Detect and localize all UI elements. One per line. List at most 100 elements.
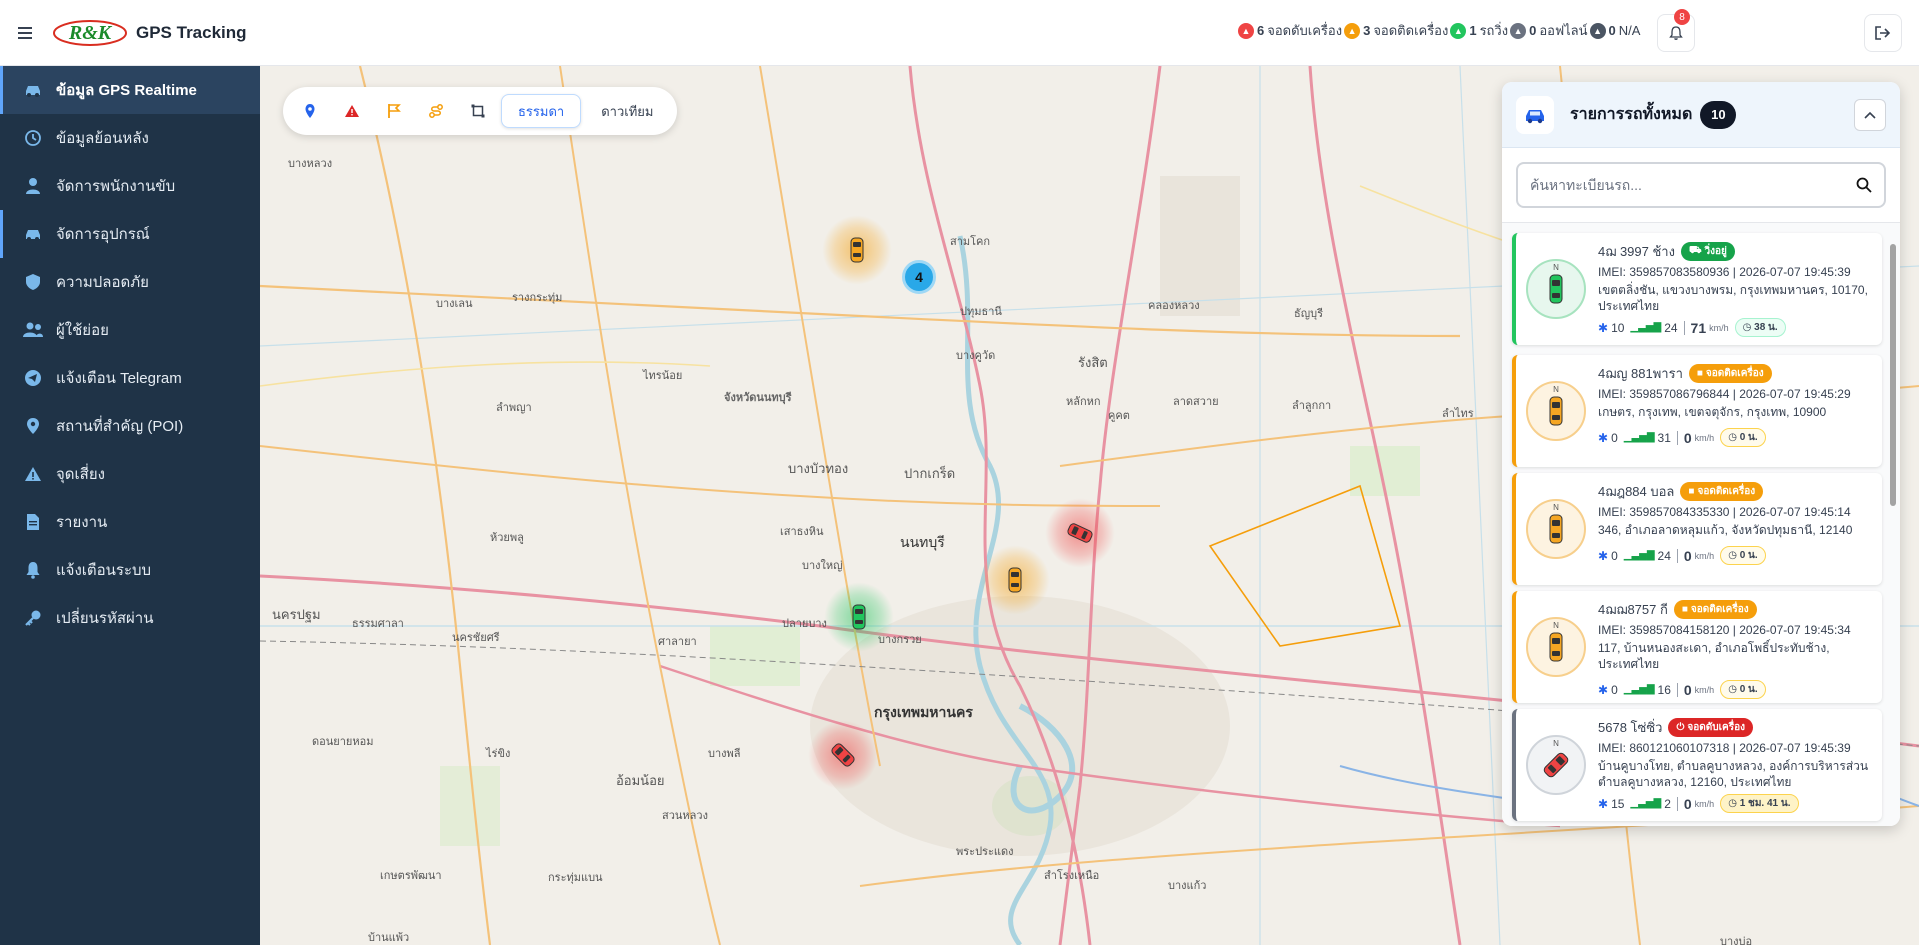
vehicle-plate: 4ฌฌ8757 กี [1598,602,1668,617]
vehicle-speed: 0 km/h [1683,429,1715,446]
status-duration: ◷ 1 ชม. 41 น. [1720,794,1799,813]
sidebar-item-poi[interactable]: สถานที่สำคัญ (POI) [0,402,260,450]
compass-north-label: N [1553,739,1559,748]
car-icon [1067,523,1093,543]
vehicle-speed: 0 km/h [1683,681,1715,698]
sidebar-item-telegram[interactable]: แจ้งเตือน Telegram [0,354,260,402]
compass-north-label: N [1553,621,1559,630]
flag-tool-button[interactable] [375,92,413,130]
vehicle-marker-yellow[interactable] [980,545,1050,615]
car-icon [1549,632,1563,662]
telegram-icon [22,367,44,389]
satellite-icon: ✱ [1598,320,1609,335]
sidebar-item-devices[interactable]: จัดการอุปกรณ์ [0,210,260,258]
sidebar-item-label: ความปลอดภัย [56,274,149,291]
sidebar-item-label: เปลี่ยนรหัสผ่าน [56,610,154,627]
vehicle-imei: IMEI: 359857083580936 | 2026-07-07 19:45… [1598,265,1851,279]
vehicle-search-box [1516,162,1886,208]
satellite-count: ✱ 0 [1598,430,1618,445]
car-icon [1516,95,1554,134]
signal-icon: ▁▃▅▇ [1630,798,1662,809]
map-mode-standard[interactable]: ธรรมดา [501,94,582,128]
menu-toggle-button[interactable] [0,0,52,66]
logout-button[interactable] [1864,14,1902,52]
satellite-icon: ✱ [1598,430,1609,445]
status-count: 6 [1257,23,1265,38]
satellite-icon: ✱ [1598,548,1609,563]
vehicle-plate: 4ฌ 3997 ช้าง [1598,244,1675,259]
status-duration: ◷ 0 น. [1720,680,1766,699]
compass-north-label: N [1553,385,1559,394]
search-icon[interactable] [1856,177,1872,193]
sidebar-item-gps-realtime[interactable]: ข้อมูล GPS Realtime [0,66,260,114]
area-tool-button[interactable] [459,92,497,130]
vehicle-search-input[interactable] [1530,177,1856,193]
vehicle-panel-header: รายการรถทั้งหมด 10 [1502,82,1900,148]
vehicle-marker-red[interactable] [1045,498,1115,568]
sidebar-item-reports[interactable]: รายงาน [0,498,260,546]
sidebar-item-change-password[interactable]: เปลี่ยนรหัสผ่าน [0,594,260,642]
poi-tool-button[interactable] [291,92,329,130]
status-label: รถวิ่ง [1479,23,1509,38]
sidebar-item-sub-users[interactable]: ผู้ใช้ย่อย [0,306,260,354]
vehicle-address: เขตตลิ่งชัน, แขวงบางพรม, กรุงเทพมหานคร, … [1598,283,1868,313]
vehicle-marker-yellow[interactable] [822,215,892,285]
collapse-panel-button[interactable] [1854,98,1886,131]
status-text: จอดดับเครื่อง [1687,722,1745,733]
vehicle-status-badge: ■ จอดติดเครื่อง [1673,600,1757,619]
vehicle-card[interactable]: N 4ฌ 3997 ช้าง ⛟ วิ่งอยู่ IMEI: 35985708… [1512,233,1882,345]
bell-icon [1669,26,1683,40]
sidebar-item-system-alerts[interactable]: แจ้งเตือนระบบ [0,546,260,594]
vehicle-marker-green[interactable] [824,582,894,652]
sidebar-item-history[interactable]: ข้อมูลย้อนหลัง [0,114,260,162]
warning-icon [22,463,44,485]
vehicle-imei: IMEI: 359857084158120 | 2026-07-07 19:45… [1598,623,1851,637]
vehicle-card[interactable]: N 4ฌฎ884 บอล ■ จอดติดเครื่อง IMEI: 35985… [1512,473,1882,585]
vehicle-count-badge: 10 [1700,100,1737,129]
status-count: 1 [1469,23,1477,38]
vehicle-plate: 4ฌญ 881พารา [1598,366,1683,381]
route-tool-button[interactable] [417,92,455,130]
map-mode-satellite[interactable]: ดาวเทียม [585,94,669,128]
sidebar-item-security[interactable]: ความปลอดภัย [0,258,260,306]
vehicle-marker-red[interactable] [808,720,878,790]
vehicle-panel-title: รายการรถทั้งหมด [1570,106,1693,123]
vehicle-avatar: N [1526,259,1586,319]
divider [1676,796,1678,811]
signal-strength: ▁▃▅▇ 16 [1623,682,1671,697]
vehicle-imei: IMEI: 359857086796844 | 2026-07-07 19:45… [1598,387,1851,401]
vehicle-imei: IMEI: 359857084335330 | 2026-07-07 19:45… [1598,505,1851,519]
map-pin-icon [22,415,44,437]
vehicle-stats: ✱ 0 ▁▃▅▇ 31 0 km/h ◷ 0 น. [1598,428,1874,447]
risk-point-tool-button[interactable] [333,92,371,130]
status-text: จอดติดเครื่อง [1705,368,1764,379]
sidebar-item-drivers[interactable]: จัดการพนักงานขับ [0,162,260,210]
vehicle-card[interactable]: N 4ฌฌ8757 กี ■ จอดติดเครื่อง IMEI: 35985… [1512,591,1882,703]
sidebar-item-label: สถานที่สำคัญ (POI) [56,418,184,435]
sidebar-item-label: จัดการพนักงานขับ [56,178,176,195]
divider [1676,548,1678,563]
status-count: 0 [1529,23,1537,38]
map-pin-icon [305,104,315,118]
sidebar: ข้อมูล GPS Realtime ข้อมูลย้อนหลัง จัดกา… [0,66,260,945]
vehicle-stats: ✱ 15 ▁▃▅▇ 2 0 km/h ◷ 1 ชม. 41 น. [1598,794,1874,813]
sidebar-item-risk-points[interactable]: จุดเสี่ยง [0,450,260,498]
bell-icon [22,559,44,581]
status-count: 0 [1608,23,1616,38]
vehicle-card[interactable]: N 5678 โซ่ซิ่ว ⏻ จอดดับเครื่อง IMEI: 860… [1512,709,1882,821]
document-icon [22,511,44,533]
status-label: จอดติดเครื่อง [1373,23,1449,38]
vehicle-card[interactable]: N 4ฌญ 881พารา ■ จอดติดเครื่อง IMEI: 3598… [1512,355,1882,467]
vehicle-address: 117, บ้านหนองสะเดา, อำเภอโพธิ์ประทับช้าง… [1598,641,1830,671]
car-icon [22,79,44,101]
vehicle-avatar: N [1526,381,1586,441]
car-icon [1549,274,1563,304]
vehicle-list-scrollbar[interactable] [1889,230,1897,824]
car-icon [1549,396,1563,426]
notifications-button[interactable]: 8 [1657,9,1695,52]
vehicle-avatar: N [1526,499,1586,559]
scrollbar-thumb[interactable] [1890,244,1896,506]
divider [1683,320,1685,335]
compass-north-label: N [1553,503,1559,512]
vehicle-cluster-marker[interactable]: 4 [902,260,936,294]
